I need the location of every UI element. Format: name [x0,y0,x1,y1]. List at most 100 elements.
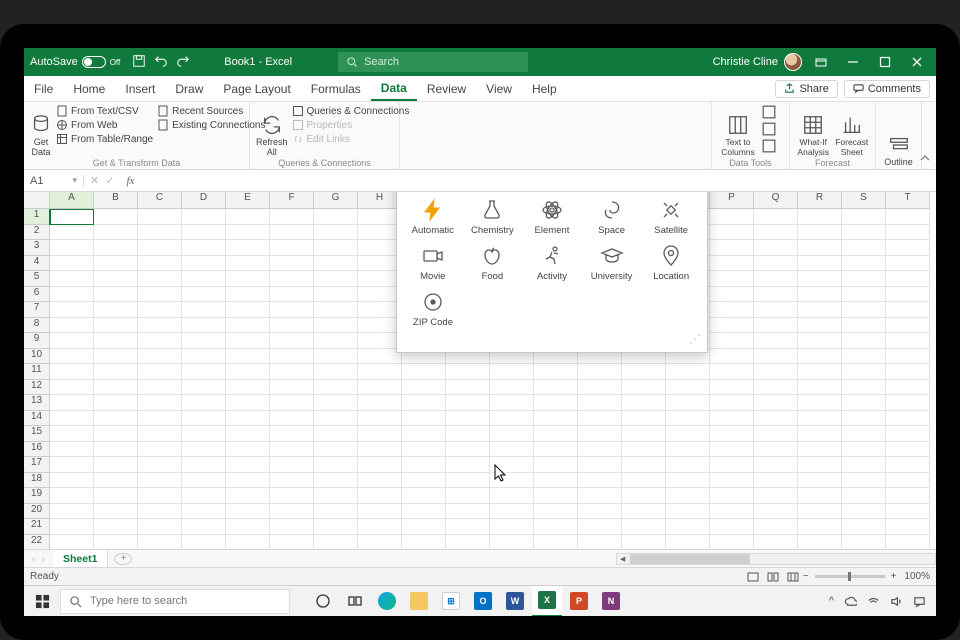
zoom-slider[interactable] [815,575,885,578]
cell[interactable] [446,411,490,427]
cell[interactable] [182,240,226,256]
cell[interactable] [886,271,930,287]
cell[interactable] [138,225,182,241]
cell[interactable] [182,364,226,380]
cell[interactable] [182,302,226,318]
cell[interactable] [314,442,358,458]
cell[interactable] [754,209,798,225]
cell[interactable] [138,473,182,489]
column-header[interactable]: E [226,192,270,209]
cell[interactable] [886,395,930,411]
cell[interactable] [490,364,534,380]
cell[interactable] [578,411,622,427]
cell[interactable] [402,488,446,504]
cell[interactable] [666,473,710,489]
cell[interactable] [314,426,358,442]
cell[interactable] [798,256,842,272]
cell[interactable] [226,411,270,427]
cell[interactable] [94,411,138,427]
cell[interactable] [314,318,358,334]
cell[interactable] [622,535,666,550]
cell[interactable] [138,271,182,287]
row-header[interactable]: 7 [24,302,50,318]
cell[interactable] [710,395,754,411]
cell[interactable] [138,504,182,520]
cell[interactable] [798,349,842,365]
cell[interactable] [182,395,226,411]
refresh-all-button[interactable]: Refresh All [256,105,288,157]
cell[interactable] [798,302,842,318]
datatype-location[interactable]: Location [643,242,699,284]
cell[interactable] [710,349,754,365]
cell[interactable] [886,364,930,380]
cell[interactable] [534,473,578,489]
row-header[interactable]: 9 [24,333,50,349]
cell[interactable] [314,504,358,520]
cell[interactable] [402,457,446,473]
row-header[interactable]: 4 [24,256,50,272]
cell[interactable] [798,271,842,287]
taskbar-search[interactable]: Type here to search [60,589,290,614]
cell[interactable] [798,535,842,550]
cell[interactable] [50,209,94,225]
cell[interactable] [886,333,930,349]
cell[interactable] [578,380,622,396]
cell[interactable] [182,256,226,272]
cell[interactable] [754,240,798,256]
start-button[interactable] [24,586,60,616]
cell[interactable] [182,411,226,427]
cell[interactable] [50,271,94,287]
row-header[interactable]: 3 [24,240,50,256]
cell[interactable] [842,349,886,365]
cell[interactable] [50,364,94,380]
cell[interactable] [94,271,138,287]
cell[interactable] [270,426,314,442]
cell[interactable] [446,519,490,535]
cell[interactable] [710,287,754,303]
from-table-button[interactable]: From Table/Range [56,133,153,145]
cell[interactable] [226,488,270,504]
cell[interactable] [270,225,314,241]
cell[interactable] [226,349,270,365]
cell[interactable] [270,240,314,256]
row-header[interactable]: 1 [24,209,50,225]
cell[interactable] [182,287,226,303]
cell[interactable] [446,535,490,550]
cell[interactable] [754,302,798,318]
cell[interactable] [270,318,314,334]
cell[interactable] [534,457,578,473]
cell[interactable] [842,411,886,427]
cell[interactable] [182,426,226,442]
cell[interactable] [798,209,842,225]
cell[interactable] [754,488,798,504]
cell[interactable] [50,488,94,504]
cell[interactable] [490,488,534,504]
row-header[interactable]: 17 [24,457,50,473]
cell[interactable] [798,442,842,458]
cell[interactable] [490,442,534,458]
cell[interactable] [402,364,446,380]
taskbar-edge[interactable] [372,586,402,617]
cell[interactable] [94,535,138,550]
cell[interactable] [314,411,358,427]
column-header[interactable]: A [50,192,94,209]
row-header[interactable]: 6 [24,287,50,303]
cell[interactable] [270,535,314,550]
row-header[interactable]: 16 [24,442,50,458]
cell[interactable] [842,225,886,241]
cell[interactable] [446,473,490,489]
row-header[interactable]: 20 [24,504,50,520]
row-header[interactable]: 14 [24,411,50,427]
cell[interactable] [226,380,270,396]
cell[interactable] [226,535,270,550]
datatype-movie[interactable]: Movie [405,242,461,284]
cell[interactable] [50,504,94,520]
cell[interactable] [182,349,226,365]
datatype-space[interactable]: Space [584,196,640,238]
sheet-next-icon[interactable]: › [42,553,46,565]
cell[interactable] [798,225,842,241]
collapse-ribbon-icon[interactable] [918,151,932,165]
cell[interactable] [182,535,226,550]
cell[interactable] [754,457,798,473]
cell[interactable] [622,488,666,504]
